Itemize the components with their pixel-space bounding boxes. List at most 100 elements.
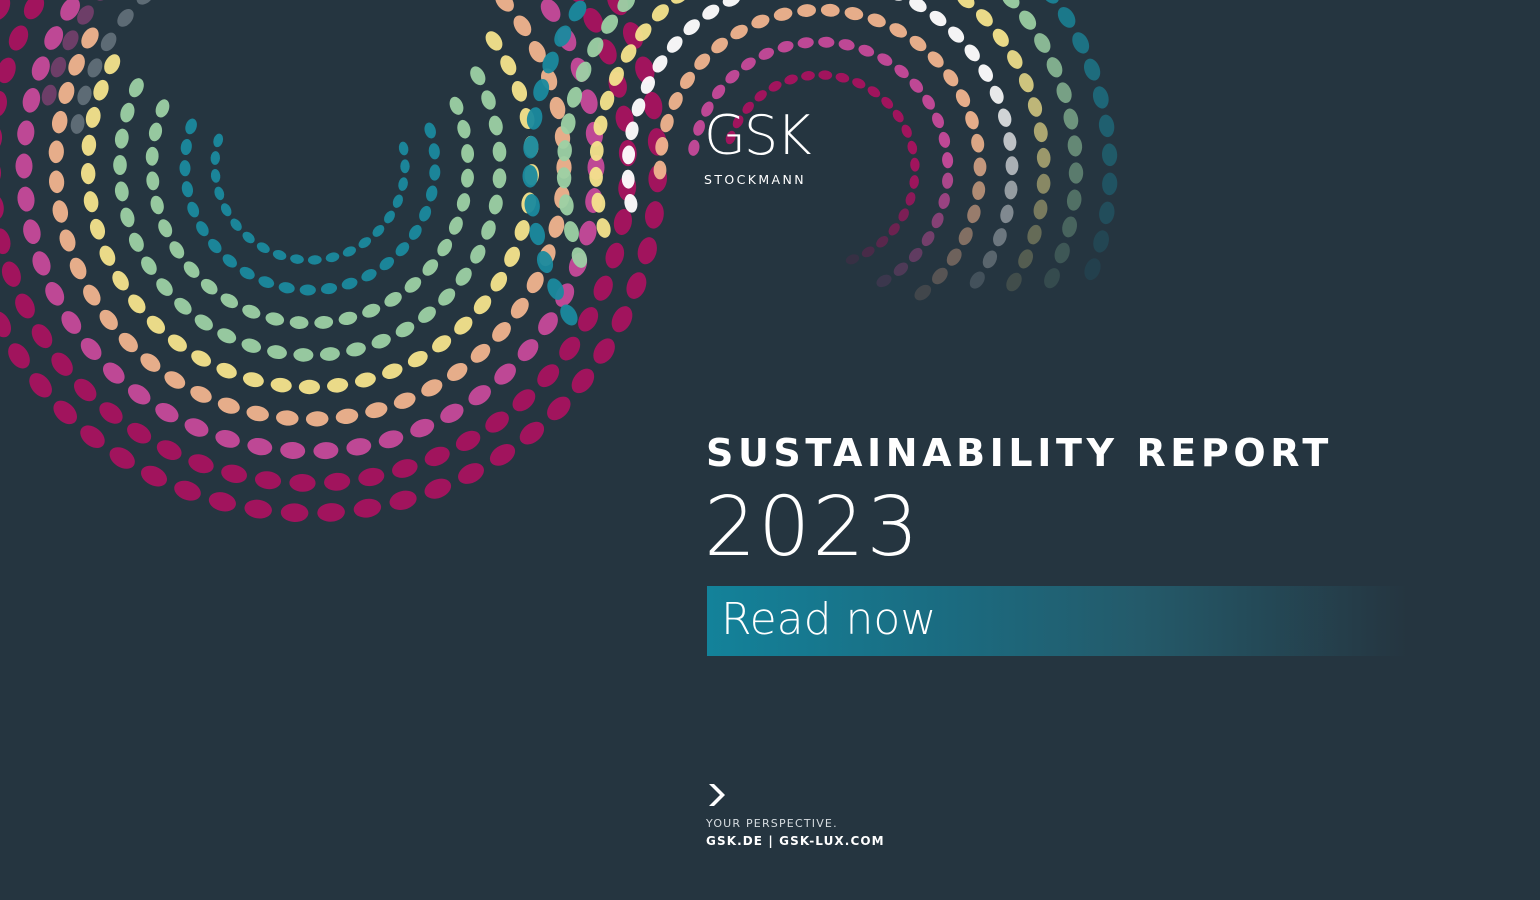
pattern-dot bbox=[909, 0, 927, 13]
pattern-dot bbox=[876, 274, 892, 288]
pattern-dot bbox=[490, 271, 508, 292]
pattern-dot bbox=[289, 316, 309, 330]
pattern-dot bbox=[94, 0, 112, 1]
read-now-label: Read now bbox=[721, 594, 937, 645]
pattern-dot bbox=[114, 128, 129, 149]
pattern-dot bbox=[338, 311, 358, 326]
pattern-dot bbox=[835, 72, 850, 83]
pattern-dot bbox=[0, 228, 11, 255]
pattern-dot bbox=[888, 223, 900, 236]
pattern-dot bbox=[1018, 73, 1034, 93]
pattern-dot bbox=[200, 278, 218, 295]
pattern-dot bbox=[89, 218, 106, 240]
pattern-dot bbox=[422, 259, 439, 276]
pattern-dot bbox=[156, 278, 173, 296]
pattern-dot bbox=[637, 237, 657, 265]
pattern-dot bbox=[346, 438, 372, 456]
pattern-dot bbox=[421, 379, 443, 397]
pattern-dot bbox=[730, 24, 748, 40]
pattern-dot bbox=[909, 78, 924, 93]
pattern-dot bbox=[214, 186, 225, 201]
pattern-dot bbox=[1033, 199, 1048, 220]
pattern-dot bbox=[1036, 147, 1051, 168]
pattern-dot bbox=[77, 85, 92, 106]
pattern-dot bbox=[384, 292, 402, 307]
pattern-dot bbox=[181, 181, 194, 198]
pattern-dot bbox=[174, 480, 201, 501]
pattern-dot bbox=[354, 372, 376, 388]
pattern-dot bbox=[208, 238, 222, 254]
pattern-dot bbox=[956, 0, 975, 9]
pattern-dot bbox=[1044, 268, 1060, 289]
pattern-dot bbox=[456, 193, 471, 212]
pattern-dot bbox=[246, 405, 269, 422]
pattern-dot bbox=[424, 122, 436, 139]
pattern-dot bbox=[58, 81, 75, 104]
pattern-dot bbox=[852, 78, 866, 89]
pattern-dot bbox=[293, 348, 314, 362]
pattern-dot bbox=[0, 194, 4, 221]
pattern-dot bbox=[564, 221, 579, 243]
pattern-dot bbox=[120, 207, 135, 228]
pattern-dot bbox=[910, 157, 920, 172]
pattern-dot bbox=[1084, 258, 1101, 281]
pattern-dot bbox=[371, 333, 391, 349]
pattern-dot bbox=[457, 119, 471, 139]
pattern-dot bbox=[440, 403, 464, 423]
pattern-dot bbox=[1018, 249, 1033, 269]
pattern-dot bbox=[319, 347, 340, 361]
pattern-dot bbox=[93, 79, 109, 101]
pattern-dot bbox=[146, 315, 166, 334]
pattern-dot bbox=[468, 385, 491, 406]
pattern-dot bbox=[141, 256, 157, 275]
pattern-dot bbox=[578, 307, 599, 332]
read-now-button[interactable]: Read now bbox=[707, 586, 1407, 656]
pattern-dot bbox=[1040, 0, 1060, 4]
website-links[interactable]: GSK.DE | GSK-LUX.COM bbox=[706, 832, 885, 850]
pattern-dot bbox=[948, 26, 965, 43]
pattern-dot bbox=[0, 57, 16, 84]
pattern-dot bbox=[83, 284, 101, 306]
pattern-dot bbox=[31, 324, 53, 349]
pattern-dot bbox=[208, 492, 236, 512]
pattern-dot bbox=[247, 437, 273, 456]
pattern-dot bbox=[150, 195, 164, 215]
pattern-dot bbox=[156, 440, 182, 460]
pattern-dot bbox=[278, 282, 295, 294]
pattern-dot bbox=[927, 51, 944, 68]
pattern-dot bbox=[500, 55, 517, 76]
pattern-dot bbox=[922, 94, 935, 110]
pattern-dot bbox=[384, 210, 395, 224]
pattern-dot bbox=[1093, 230, 1109, 253]
pattern-dot bbox=[184, 418, 209, 437]
pattern-dot bbox=[955, 89, 971, 108]
pattern-dot bbox=[242, 372, 264, 388]
pattern-dot bbox=[17, 186, 35, 212]
pattern-dot bbox=[892, 109, 904, 123]
pattern-dot bbox=[213, 133, 224, 148]
pattern-dot bbox=[969, 271, 985, 289]
pattern-dot bbox=[221, 464, 247, 483]
pattern-dot bbox=[0, 90, 7, 117]
pattern-dot bbox=[8, 25, 29, 51]
pattern-dot bbox=[270, 377, 292, 393]
pattern-dot bbox=[481, 90, 496, 110]
pattern-dot bbox=[797, 4, 816, 18]
pattern-dot bbox=[1, 261, 21, 287]
pattern-dot bbox=[99, 402, 123, 424]
pattern-dot bbox=[877, 53, 893, 66]
pattern-dot bbox=[426, 185, 438, 202]
pattern-dot bbox=[398, 141, 409, 156]
pattern-dot bbox=[346, 342, 366, 357]
pattern-dot bbox=[797, 37, 814, 49]
pattern-dot bbox=[102, 362, 125, 384]
pattern-dot bbox=[461, 168, 474, 188]
pattern-dot bbox=[361, 269, 377, 282]
pattern-dot bbox=[320, 283, 338, 295]
pattern-dot bbox=[242, 231, 255, 244]
pattern-dot bbox=[180, 138, 192, 156]
pattern-dot bbox=[432, 335, 452, 353]
pattern-dot bbox=[183, 261, 200, 278]
pattern-dot bbox=[470, 343, 491, 363]
pattern-dot bbox=[148, 122, 163, 142]
